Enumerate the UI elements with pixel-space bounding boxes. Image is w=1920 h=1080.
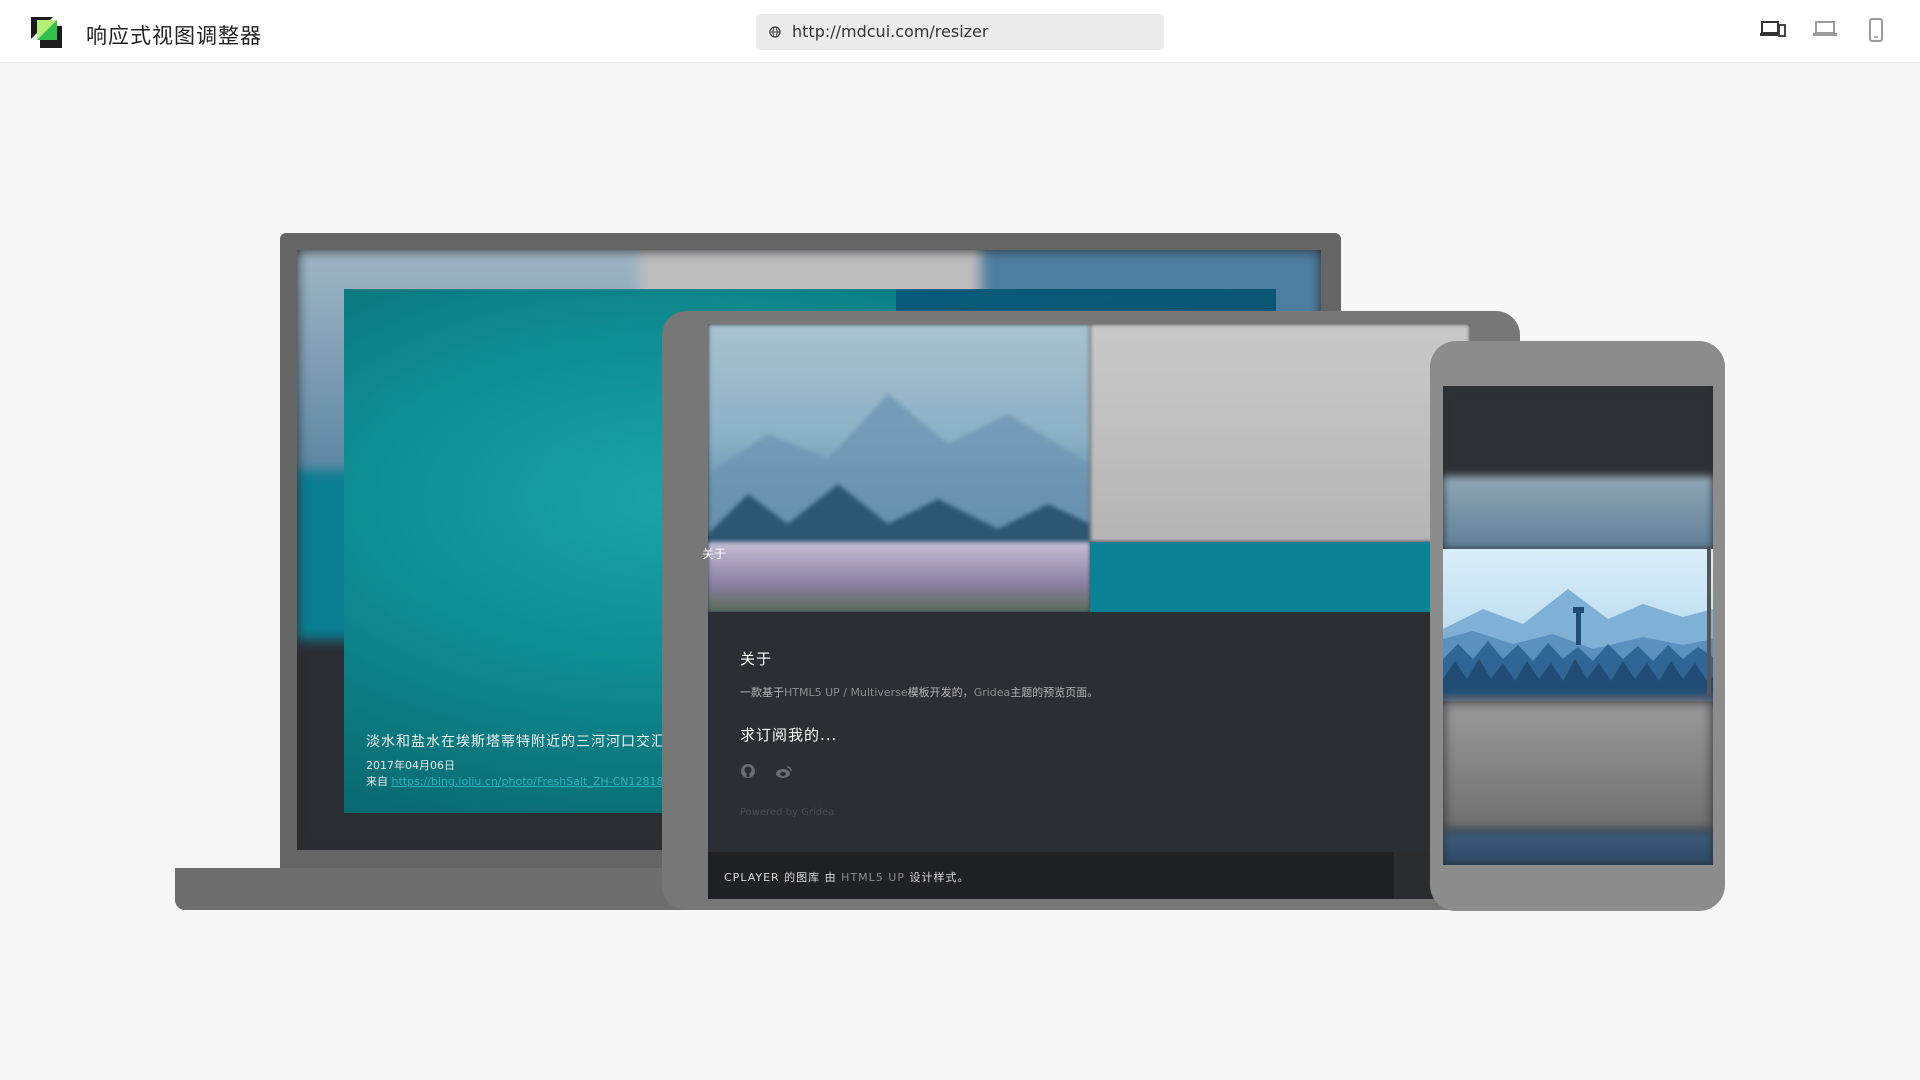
footer-credit: CPLAYER 的图库 由 HTML5 UP 设计样式。 xyxy=(724,871,970,884)
about-heading: 关于 xyxy=(740,650,773,668)
devices-icon xyxy=(1760,21,1786,37)
tablet-footer: CPLAYER 的图库 由 HTML5 UP 设计样式。 xyxy=(708,852,1394,899)
gallery-thumb-landscape[interactable] xyxy=(708,542,1090,612)
powered-by: Powered by Gridea xyxy=(740,807,835,818)
source-link[interactable]: https://bing.ioliu.cn/photo/FreshSalt_ZH… xyxy=(392,775,706,788)
github-icon[interactable] xyxy=(740,763,756,783)
template-link[interactable]: HTML5 UP / Multiverse xyxy=(784,686,908,699)
app-title: 响应式视图调整器 xyxy=(86,24,262,48)
phone-photo-mountains[interactable] xyxy=(1443,549,1713,701)
photo-caption-date: 2017年04月06日 xyxy=(366,759,455,772)
app-logo xyxy=(31,17,62,48)
about-description: 一款基于HTML5 UP / Multiverse模板开发的，Gridea主题的… xyxy=(740,686,1099,699)
phone-bottom-blur xyxy=(1443,831,1713,865)
laptop-view-button[interactable] xyxy=(1810,18,1840,46)
html5up-link[interactable]: HTML5 UP xyxy=(841,871,905,884)
smartphone-icon xyxy=(1869,18,1883,42)
phone-viewport[interactable] xyxy=(1443,386,1713,865)
phone-view-button[interactable] xyxy=(1861,18,1891,46)
photo-caption-source: 来自 https://bing.ioliu.cn/photo/FreshSalt… xyxy=(366,773,705,789)
url-bar[interactable]: http://mdcui.com/resizer xyxy=(756,14,1164,50)
phone-gray-blur xyxy=(1443,701,1713,831)
phone-header-blur xyxy=(1443,386,1713,476)
footer-about-link[interactable]: 关于 xyxy=(702,545,726,562)
phone-image-blur xyxy=(1443,476,1713,549)
url-text[interactable]: http://mdcui.com/resizer xyxy=(792,22,988,41)
social-icons xyxy=(740,763,807,783)
weibo-icon[interactable] xyxy=(775,764,793,783)
gridea-link[interactable]: Gridea xyxy=(974,686,1011,699)
top-bar: 响应式视图调整器 http://mdcui.com/resizer xyxy=(0,0,1920,63)
responsive-devices-button[interactable] xyxy=(1758,18,1788,46)
subscribe-heading: 求订阅我的... xyxy=(740,726,838,744)
tablet-viewport[interactable]: 关于 一款基于HTML5 UP / Multiverse模板开发的，Gridea… xyxy=(708,324,1470,899)
source-label: 来自 xyxy=(366,775,388,788)
gallery-thumb-teal[interactable] xyxy=(1090,542,1470,612)
phone-scrollbar[interactable] xyxy=(1707,546,1711,696)
laptop-icon xyxy=(1813,21,1837,36)
globe-icon xyxy=(769,26,781,38)
photo-caption-title: 淡水和盐水在埃斯塔蒂特附近的三河河口交汇 xyxy=(366,734,666,750)
about-panel: 关于 一款基于HTML5 UP / Multiverse模板开发的，Gridea… xyxy=(708,612,1470,852)
gallery-thumb-pattern[interactable] xyxy=(1090,324,1470,542)
